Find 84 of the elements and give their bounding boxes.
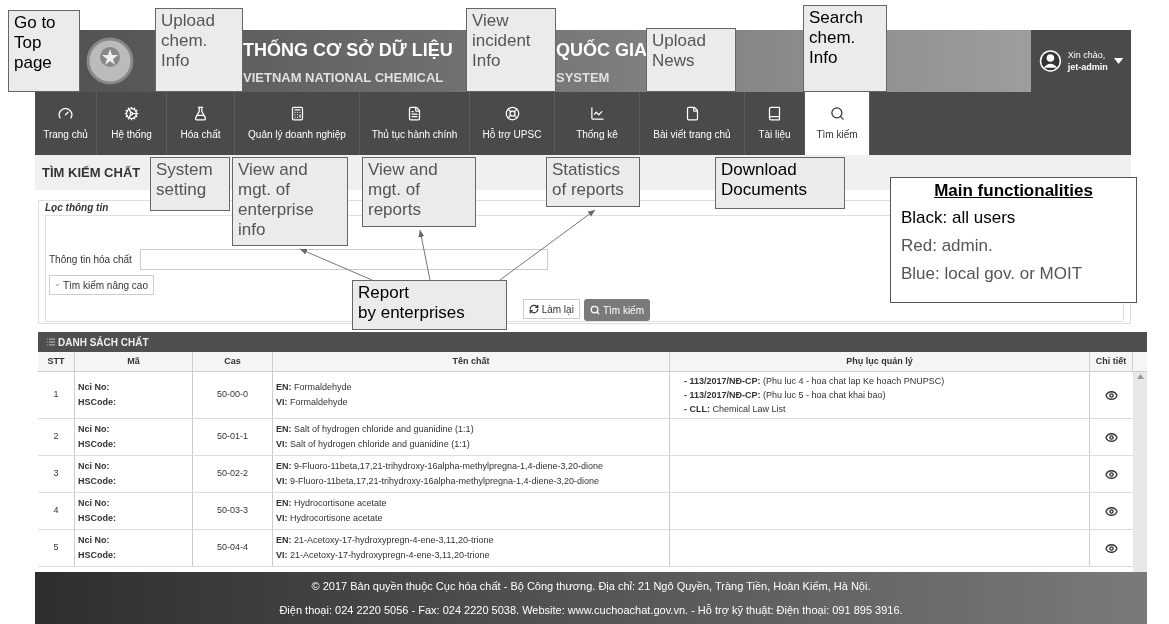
view-details-icon[interactable] xyxy=(1105,430,1118,444)
site-title: QUỐC GIA xyxy=(556,38,647,62)
table-cell: EN: 21-Acetoxy-17-hydroxypregn-4-ene-3,11,20-trione VI: 21-Acetoxy-17-hydroxypregn-4-ene-3,11,20-trione xyxy=(273,530,670,566)
site-subtitle: SYSTEM xyxy=(556,69,610,88)
callout-label: View and mgt. of enterprise info xyxy=(232,157,348,246)
callout-label: Go to Top page xyxy=(8,10,80,92)
callout-label: Statistics of reports xyxy=(546,157,640,207)
column-header: STT xyxy=(38,352,75,372)
search-icon xyxy=(589,305,600,315)
refresh-icon xyxy=(528,304,539,314)
table-cell: EN: Formaldehyde VI: Formaldehyde xyxy=(273,372,670,418)
nav-icon xyxy=(589,105,605,121)
table-cell: 4 xyxy=(38,493,75,529)
callout-label: Search chem. Info xyxy=(803,5,887,92)
callout-label: View and mgt. of reports xyxy=(362,157,476,227)
greeting-text: Xin chào, xyxy=(1067,49,1107,61)
nav-icon xyxy=(58,105,73,121)
site-subtitle: VIETNAM NATIONAL CHEMICAL xyxy=(243,69,444,88)
callout-label: System setting xyxy=(150,157,230,211)
table-cell: EN: Hydrocortisone acetate VI: Hydrocortisone acetate xyxy=(273,493,670,529)
table-cell: 50-02-2 xyxy=(193,456,273,492)
table-cell: 5 xyxy=(38,530,75,566)
nav-icon xyxy=(407,105,422,121)
table-cell: Nci No: HSCode: xyxy=(75,456,193,492)
legend-item: Blue: local gov. or MOIT xyxy=(901,263,1084,285)
page-title: TÌM KIẾM CHẤT xyxy=(42,163,141,182)
callout-label: Download Documents xyxy=(715,157,845,209)
nav-icon xyxy=(504,105,520,121)
caret-icon xyxy=(1113,57,1123,65)
view-details-icon[interactable] xyxy=(1105,388,1118,402)
view-details-icon[interactable] xyxy=(1105,541,1118,555)
callout-label: Upload chem. Info xyxy=(155,8,243,92)
table-cell: EN: 9-Fluoro-11beta,17,21-trihydroxy-16alpha-methylpregna-1,4-diene-3,20-dione VI: 9-Fluoro-11beta,17,21-trihydroxy-16alpha-methylpregna-1,4-diene-3,20-dione xyxy=(273,456,670,492)
table-cell: 50-03-3 xyxy=(193,493,273,529)
nav-icon xyxy=(289,105,305,121)
table-title: DANH SÁCH CHẤT xyxy=(58,335,149,350)
reset-button[interactable]: Làm lại xyxy=(522,299,580,319)
table-cell: Nci No: HSCode: xyxy=(75,530,193,566)
view-details-icon[interactable] xyxy=(1105,467,1118,481)
table-cell: 50-00-0 xyxy=(193,372,273,418)
scroll-up-icon xyxy=(1136,374,1144,379)
table-cell: Nci No: HSCode: xyxy=(75,493,193,529)
emblem-icon xyxy=(85,36,135,86)
nav-tab[interactable]: Tìm kiếm xyxy=(805,92,870,155)
table-cell: 50-01-1 xyxy=(193,419,273,455)
column-header: Chi tiết xyxy=(1090,352,1133,372)
nav-icon xyxy=(124,105,139,121)
legend-item: Red: admin. xyxy=(901,235,994,257)
view-details-icon[interactable] xyxy=(1105,504,1118,518)
table-cell: 50-04-4 xyxy=(193,530,273,566)
column-header: Mã xyxy=(75,352,193,372)
table-cell: 3 xyxy=(38,456,75,492)
user-menu[interactable]: Xin chào, jet-admin xyxy=(1031,30,1131,92)
list-icon xyxy=(46,337,56,347)
table-cell: Nci No: HSCode: xyxy=(75,419,193,455)
scrollbar-corner xyxy=(1133,352,1147,372)
footer-text: Điện thoại: 024 2220 5056 - Fax: 024 2220 5038. Website: www.cuchoachat.gov.vn. - Hỗ trợ kỹ thuật: Điện thoại: 091 895 3916. xyxy=(279,603,903,618)
table-cell: 1 xyxy=(38,372,75,418)
column-header: Cas xyxy=(193,352,273,372)
footer-text: © 2017 Bản quyền thuộc Cục hóa chất - Bộ Công thương. Địa chỉ: 21 Ngô Quyền, Tràng Tiền, Hoàn Kiếm, Hà Nội. xyxy=(311,578,871,594)
scrollbar[interactable] xyxy=(1133,372,1147,572)
column-header: Phụ lục quản lý xyxy=(670,352,1090,372)
table-cell: Nci No: HSCode: xyxy=(75,372,193,418)
table-cell: - 113/2017/NĐ-CP: (Phu luc 4 - hoa chat lap Ke hoach PNUPSC) - 113/2017/NĐ-CP: (Phu luc 5 - hoa chat khai bao) - CLL: Chemical Law List xyxy=(670,372,1090,418)
field-label: Thông tin hóa chất xyxy=(49,253,133,267)
search-button[interactable]: Tìm kiếm xyxy=(583,299,650,321)
table-cell: 2 xyxy=(38,419,75,455)
column-header: Tên chất xyxy=(273,352,670,372)
callout-label: Report by enterprises xyxy=(352,280,507,330)
site-title: THỐNG CƠ SỞ DỮ LIỆU xyxy=(243,38,453,62)
user-name: jet-admin xyxy=(1067,61,1108,73)
filter-legend: Lọc thông tin xyxy=(45,201,109,215)
callout-label: View incident Info xyxy=(466,8,556,92)
table-cell: EN: Salt of hydrogen chloride and guanidine (1:1) VI: Salt of hydrogen chloride and guanidine (1:1) xyxy=(273,419,670,455)
advanced-search-button[interactable]: Tìm kiếm nâng cao xyxy=(49,275,154,295)
legend-item: Black: all users xyxy=(901,207,1017,229)
callout-label: Upload News xyxy=(646,28,736,92)
nav-icon xyxy=(829,105,845,121)
chemical-info-input[interactable] xyxy=(140,249,548,270)
nav-icon xyxy=(193,105,208,121)
arrow xyxy=(418,229,431,281)
legend-title: Main functionalities xyxy=(933,180,1094,202)
nav-icon xyxy=(684,105,700,121)
nav-icon xyxy=(767,105,782,121)
